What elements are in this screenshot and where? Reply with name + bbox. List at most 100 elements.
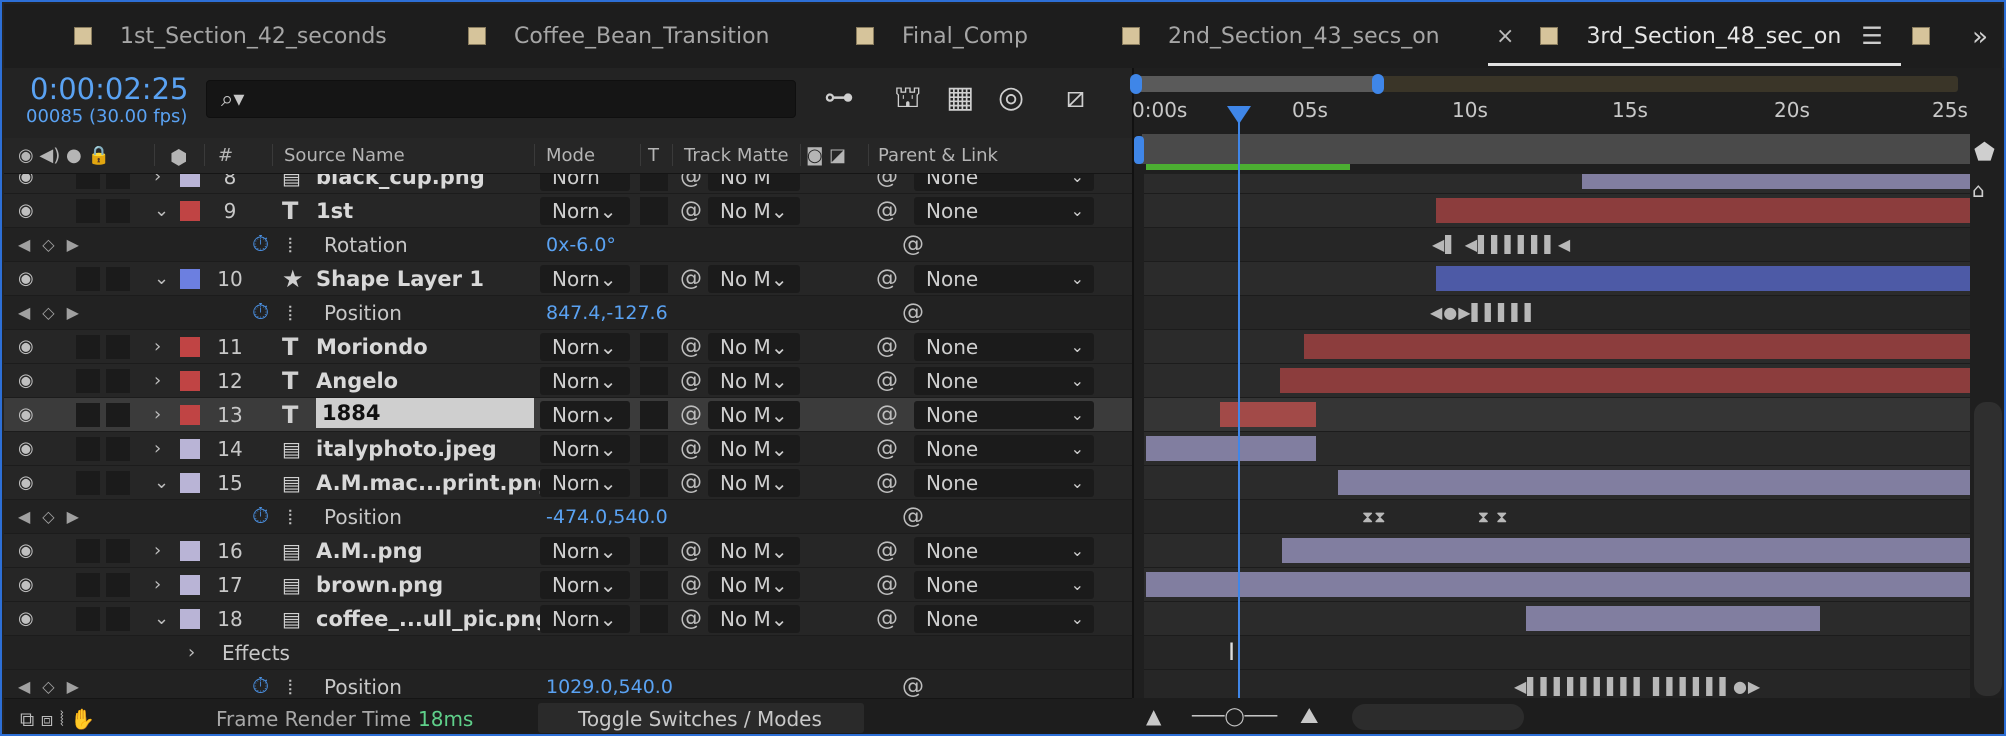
chevron-right-icon[interactable]: › [154, 432, 161, 465]
mode-select[interactable]: Norn ⌄ [540, 468, 630, 497]
parent-select[interactable]: None ⌄ [914, 196, 1094, 225]
track-matte-select[interactable]: No M ⌄ [708, 604, 800, 633]
work-area-bar[interactable] [1142, 134, 1970, 164]
playhead[interactable] [1227, 106, 1251, 124]
eye-icon[interactable]: ◉ [18, 432, 42, 465]
mode-select[interactable]: Norn ⌄ [540, 366, 630, 395]
mode-select[interactable]: Norn ⌄ [540, 264, 630, 293]
stopwatch-icon[interactable]: ⏱ [252, 670, 269, 698]
tab-partial[interactable] [1912, 4, 1958, 68]
graph-icon[interactable]: ⦙ [288, 500, 292, 533]
parent-select[interactable]: None ⌄ [914, 604, 1094, 633]
graph-icon[interactable]: ⦙ [288, 228, 292, 261]
keyframe-nav-icon[interactable]: ◀◇▶ [18, 500, 91, 533]
layer-row[interactable]: ◉ ⌄ 18 ▤ coffee_...ull_pic.png Norn ⌄ @ N… [4, 602, 1132, 636]
layer-row[interactable]: ◉ › 8 ▤ black_cup.png Norn @ No M @ None… [4, 174, 1132, 194]
chevron-down-icon[interactable]: ⌄ [154, 466, 169, 499]
marker-icon[interactable]: ⌂ [1972, 178, 1985, 202]
tab-final-comp[interactable]: Final_Comp [856, 4, 1028, 68]
chevron-right-icon[interactable]: › [154, 174, 161, 193]
track-matte-select[interactable]: No M ⌄ [708, 536, 800, 565]
track-matte-select[interactable]: No M ⌄ [708, 332, 800, 361]
graph-editor-icon[interactable]: ⧄ [1066, 80, 1085, 115]
draft-3d-icon[interactable]: ⛫ [894, 80, 922, 119]
chevron-down-icon[interactable]: ⌄ [154, 194, 169, 227]
track-matte-select[interactable]: No M ⌄ [708, 434, 800, 463]
chevron-right-icon[interactable]: › [154, 568, 161, 601]
label-color[interactable] [180, 404, 200, 425]
layer-bar-selected[interactable] [1220, 402, 1316, 427]
status-icons[interactable]: ⧉ ⧈ ⦚ ✋ [20, 707, 95, 731]
chevron-down-icon[interactable]: ⌄ [154, 262, 169, 295]
layer-row[interactable]: ◉ › 14 ▤ italyphoto.jpeg Norn ⌄ @ No M ⌄ @… [4, 432, 1132, 466]
zoom-in-icon[interactable]: ⛰ [1300, 704, 1318, 729]
pickwhip-icon[interactable]: @ [876, 432, 898, 465]
layer-row[interactable]: ◉ ⌄ 15 ▤ A.M.mac...print.png Norn ⌄ @ No … [4, 466, 1132, 500]
stopwatch-icon[interactable]: ⏱ [252, 500, 269, 533]
layer-row[interactable]: ◉ › 12 T Angelo Norn ⌄ @ No M ⌄ @ None ⌄ [4, 364, 1132, 398]
parent-select[interactable]: None ⌄ [914, 400, 1094, 429]
mode-select[interactable]: Norn ⌄ [540, 434, 630, 463]
keyframes[interactable]: ⧗⧗ ⧗ ⧗ [1362, 500, 1508, 533]
zoom-out-icon[interactable]: ▲ [1146, 704, 1161, 728]
label-color[interactable] [180, 540, 200, 561]
label-color[interactable] [180, 438, 200, 459]
toggle-switches-label[interactable]: Toggle Switches / Modes [578, 707, 822, 731]
layer-row[interactable]: ◉ ⌄ 10 ★ Shape Layer 1 Norn ⌄ @ No M ⌄ @ N… [4, 262, 1132, 296]
layer-bar[interactable] [1436, 198, 1970, 223]
chevron-right-icon[interactable]: › [154, 364, 161, 397]
keyframes[interactable]: ◀▌ ◀▌▌▌▌▌▌◀ [1432, 228, 1571, 261]
layer-bar[interactable] [1146, 572, 1970, 597]
layer-bar[interactable] [1338, 470, 1970, 495]
layer-row[interactable]: ◉ › 16 ▤ A.M..png Norn ⌄ @ No M ⌄ @ None ⌄ [4, 534, 1132, 568]
chevron-right-icon[interactable]: › [154, 398, 161, 431]
layer-row-selected[interactable]: ◉ › 13 T 1884 Norn ⌄ @ No M ⌄ @ None ⌄ [4, 398, 1132, 432]
chevron-down-icon[interactable]: ⌄ [154, 602, 169, 635]
pickwhip-icon[interactable]: @ [876, 330, 898, 363]
layer-bar[interactable] [1526, 606, 1820, 631]
pickwhip-icon[interactable]: @ [876, 194, 898, 227]
label-color[interactable] [180, 472, 200, 493]
chevron-right-icon[interactable]: › [154, 534, 161, 567]
eye-icon[interactable]: ◉ [18, 602, 42, 635]
pickwhip-icon[interactable]: @ [876, 262, 898, 295]
eye-icon[interactable]: ◉ [18, 364, 42, 397]
layer-bar[interactable] [1280, 368, 1970, 393]
eye-icon[interactable]: ◉ [18, 466, 42, 499]
label-color[interactable] [180, 268, 200, 289]
keyframes[interactable]: ◀▌▌▌▌▌▌▌▌▌ ▌▌▌▌▌▌●▶ [1514, 670, 1761, 698]
tab-2nd-section[interactable]: 2nd_Section_43_secs_on [1122, 4, 1440, 68]
label-color[interactable] [180, 200, 200, 221]
motion-blur-icon[interactable]: ◎ [998, 80, 1024, 115]
pickwhip-icon[interactable]: @ [876, 602, 898, 635]
label-color[interactable] [180, 336, 200, 357]
eye-icon[interactable]: ◉ [18, 398, 42, 431]
mode-select[interactable]: Norn ⌄ [540, 604, 630, 633]
track-matte-select[interactable]: No M ⌄ [708, 264, 800, 293]
parent-select[interactable]: None ⌄ [914, 264, 1094, 293]
pickwhip-icon[interactable]: @ [876, 174, 898, 193]
parent-select[interactable]: None ⌄ [914, 536, 1094, 565]
effects-row[interactable]: › Effects [4, 636, 1132, 670]
composition-flowchart-icon[interactable]: ⊶ [824, 80, 854, 115]
eye-icon[interactable]: ◉ [18, 568, 42, 601]
mode-select[interactable]: Norn ⌄ [540, 196, 630, 225]
expression-icon[interactable]: @ [902, 670, 924, 698]
graph-icon[interactable]: ⦙ [288, 670, 292, 699]
track-matte-select[interactable]: No M ⌄ [708, 400, 800, 429]
mode-select[interactable]: Norn ⌄ [540, 536, 630, 565]
layer-row[interactable]: ◉ › 17 ▤ brown.png Norn ⌄ @ No M ⌄ @ None ⌄ [4, 568, 1132, 602]
layer-bar[interactable] [1582, 174, 1970, 189]
tab-1st-section[interactable]: 1st_Section_42_seconds [74, 4, 387, 68]
tab-coffee-bean[interactable]: Coffee_Bean_Transition [468, 4, 770, 68]
work-area-start[interactable] [1134, 136, 1144, 164]
layer-row[interactable]: ◉ ⌄ 9 T 1st Norn ⌄ @ No M ⌄ @ None ⌄ [4, 194, 1132, 228]
track-matte-select[interactable]: No M ⌄ [708, 366, 800, 395]
vertical-scrollbar[interactable] [1974, 402, 2002, 696]
mode-select[interactable]: Norn ⌄ [540, 570, 630, 599]
layer-row[interactable]: ◉ › 11 T Moriondo Norn ⌄ @ No M ⌄ @ None ⌄ [4, 330, 1132, 364]
stopwatch-icon[interactable]: ⏱ [252, 296, 269, 329]
menu-icon[interactable]: ☰ [1861, 22, 1883, 50]
parent-select[interactable]: None ⌄ [914, 366, 1094, 395]
horizontal-scrollbar[interactable] [1352, 704, 1524, 730]
